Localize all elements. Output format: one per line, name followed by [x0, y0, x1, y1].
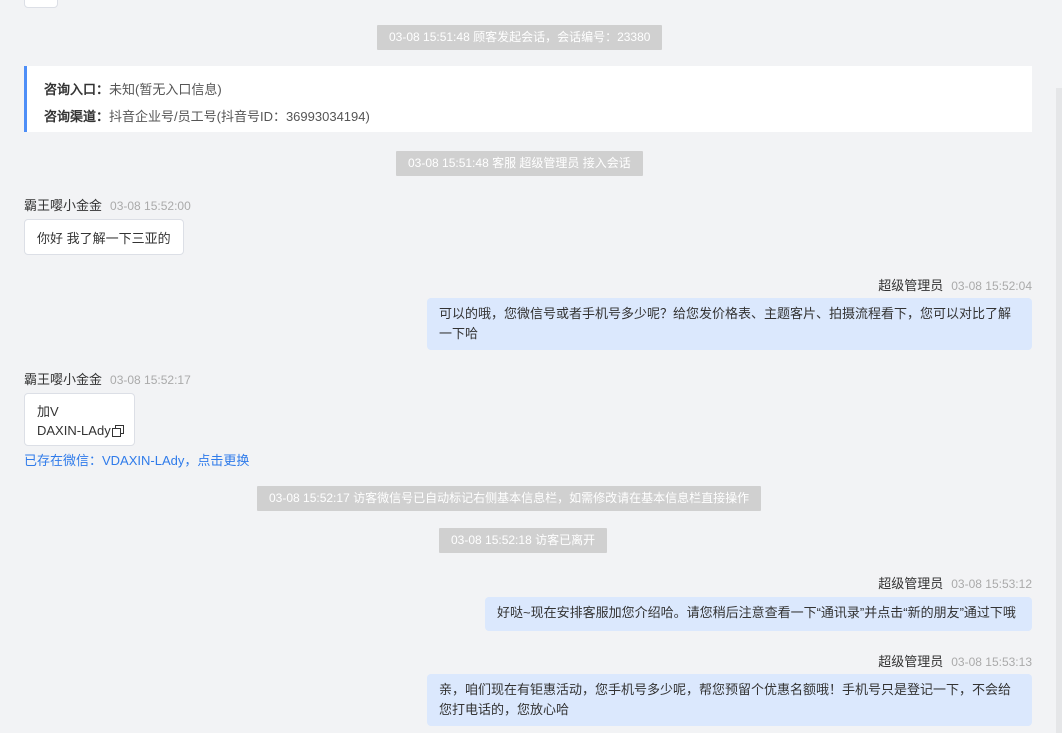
message-meta: 霸王嘤小金金 03-08 15:52:17 — [24, 369, 191, 388]
message-text-line: 一下哈 — [439, 326, 479, 341]
message-time: 03-08 15:53:12 — [951, 577, 1032, 591]
sender-name: 霸王嘤小金金 — [24, 198, 103, 213]
message-meta: 超级管理员 03-08 15:52:04 — [878, 275, 1032, 294]
consult-info-card: 咨询入口：未知(暂无入口信息) 咨询渠道：抖音企业号/员工号(抖音号ID：369… — [24, 66, 1032, 132]
chat-scrollbar[interactable] — [1056, 88, 1062, 733]
message-bubble-visitor: 你好 我了解一下三亚的 — [24, 219, 184, 255]
message-text-line: 加V — [37, 404, 59, 419]
message-bubble-agent: 可以的哦，您微信号或者手机号多少呢？给您发价格表、主题客片、拍摄流程看下，您可以… — [427, 298, 1032, 350]
consult-entry-row: 咨询入口：未知(暂无入口信息) — [44, 76, 1032, 103]
sender-name: 超级管理员 — [878, 576, 944, 591]
consult-channel-row: 咨询渠道：抖音企业号/员工号(抖音号ID：36993034194) — [44, 103, 1032, 130]
message-text-line: 可以的哦，您微信号或者手机号多少呢？给您发价格表、主题客片、拍摄流程看下，您可以… — [439, 306, 1012, 321]
wechat-change-link[interactable]: 已存在微信：VDAXIN-LAdy，点击更换 — [24, 450, 249, 469]
message-time: 03-08 15:52:04 — [951, 279, 1032, 293]
message-time: 03-08 15:52:17 — [110, 373, 191, 387]
consult-entry-label: 咨询入口： — [44, 82, 110, 97]
message-bubble-agent: 亲，咱们现在有钜惠活动，您手机号多少呢，帮您预留个优惠名额哦！手机号只是登记一下… — [427, 674, 1032, 726]
sender-name: 超级管理员 — [878, 278, 944, 293]
consult-entry-value: 未知(暂无入口信息) — [109, 82, 222, 97]
top-button-stub[interactable] — [24, 0, 58, 8]
system-message-visitor-left: 03-08 15:52:18 访客已离开 — [439, 528, 608, 553]
consult-channel-value: 抖音企业号/员工号(抖音号ID：36993034194) — [109, 109, 370, 124]
sender-name: 超级管理员 — [878, 654, 944, 669]
sender-name: 霸王嘤小金金 — [24, 372, 103, 387]
system-message-session-start: 03-08 15:51:48 顾客发起会话，会话编号：23380 — [377, 25, 663, 50]
wechat-id-text: DAXIN-LAdy — [37, 423, 111, 438]
message-meta: 超级管理员 03-08 15:53:13 — [878, 651, 1032, 670]
system-message-wechat-marked: 03-08 15:52:17 访客微信号已自动标记右侧基本信息栏，如需修改请在基… — [257, 486, 762, 511]
message-text: 好哒~现在安排客服加您介绍哈。请您稍后注意查看一下“通讯录”并点击“新的朋友”通… — [497, 605, 1016, 620]
message-text-line-with-copy: DAXIN-LAdy — [37, 421, 124, 442]
message-meta: 超级管理员 03-08 15:53:12 — [878, 573, 1032, 592]
message-time: 03-08 15:52:00 — [110, 199, 191, 213]
copy-icon[interactable] — [111, 423, 124, 442]
system-message-agent-joined: 03-08 15:51:48 客服 超级管理员 接入会话 — [396, 151, 643, 176]
message-text-line: 您打电话的，您放心哈 — [439, 702, 570, 717]
message-text: 你好 我了解一下三亚的 — [37, 231, 171, 246]
message-bubble-agent: 好哒~现在安排客服加您介绍哈。请您稍后注意查看一下“通讯录”并点击“新的朋友”通… — [485, 597, 1032, 631]
message-text-line: 亲，咱们现在有钜惠活动，您手机号多少呢，帮您预留个优惠名额哦！手机号只是登记一下… — [439, 682, 1012, 697]
message-bubble-visitor: 加V DAXIN-LAdy — [24, 393, 135, 446]
message-meta: 霸王嘤小金金 03-08 15:52:00 — [24, 195, 191, 214]
consult-channel-label: 咨询渠道： — [44, 109, 110, 124]
message-time: 03-08 15:53:13 — [951, 655, 1032, 669]
